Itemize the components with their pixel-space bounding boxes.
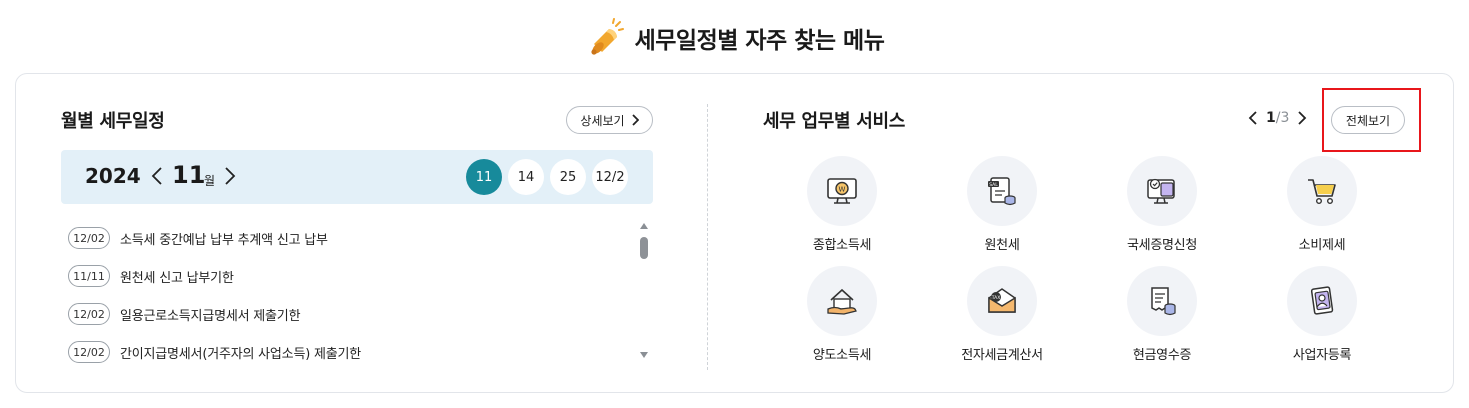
month-number: 11: [172, 161, 206, 189]
schedule-text: 원천세 신고 납부기한: [120, 270, 234, 286]
id-card-person-icon: [1310, 286, 1334, 315]
service-tax-certificate[interactable]: 국세증명신청: [1102, 156, 1222, 253]
service-icon-bg: SAL: [967, 156, 1037, 226]
date-chip[interactable]: 25: [550, 159, 586, 195]
date-chip[interactable]: 14: [508, 159, 544, 195]
service-withholding-tax[interactable]: SAL 원천세: [942, 156, 1062, 253]
scroll-up-arrow-icon[interactable]: [640, 223, 648, 229]
svg-text:W: W: [839, 186, 846, 194]
service-icon-bg: [1287, 266, 1357, 336]
monthly-schedule-title: 월별 세무일정: [61, 111, 165, 132]
house-hand-icon: [827, 288, 857, 315]
chevron-right-icon: [631, 114, 639, 126]
detail-view-label: 상세보기: [580, 113, 625, 128]
service-label: 원천세: [984, 238, 1020, 253]
schedule-item[interactable]: 12/02 일용근로소득지급명세서 제출기한: [68, 295, 628, 333]
service-comprehensive-income-tax[interactable]: W 종합소득세: [782, 156, 902, 253]
service-cash-receipt[interactable]: 현금영수증: [1102, 266, 1222, 363]
receipt-coins-icon: [1151, 287, 1176, 316]
shopping-cart-icon: [1308, 179, 1336, 205]
schedule-item[interactable]: 12/02 소득세 중간예납 납부 추계액 신고 납부: [68, 219, 628, 257]
service-icon-bg: W: [807, 156, 877, 226]
detail-view-button[interactable]: 상세보기: [566, 106, 653, 134]
svg-text:SAL: SAL: [989, 182, 998, 188]
service-e-tax-invoice[interactable]: TAX 전자세금계산서: [942, 266, 1062, 363]
service-label: 전자세금계산서: [961, 348, 1043, 363]
schedule-menu-card: 월별 세무일정 상세보기 2024 11 월 11 14 25 12/2 12/…: [15, 73, 1454, 393]
service-label: 사업자등록: [1292, 348, 1352, 363]
svg-text:TAX: TAX: [991, 295, 1001, 301]
page-total: 3: [1280, 110, 1290, 126]
service-icon-bg: [1127, 266, 1197, 336]
panel-divider: [707, 104, 708, 370]
service-label: 종합소득세: [812, 238, 872, 253]
service-label: 현금영수증: [1132, 348, 1192, 363]
month-unit: 월: [204, 174, 216, 188]
service-pager: 1/3: [1248, 110, 1307, 126]
schedule-text: 소득세 중간예납 납부 추계액 신고 납부: [120, 232, 328, 248]
date-chip-active[interactable]: 11: [466, 159, 502, 195]
service-consumption-tax[interactable]: 소비제세: [1262, 156, 1382, 253]
prev-page-icon[interactable]: [1248, 111, 1258, 125]
service-business-registration[interactable]: 사업자등록: [1262, 266, 1382, 363]
date-chip-group: 11 14 25 12/2: [466, 159, 628, 195]
schedule-text: 일용근로소득지급명세서 제출기한: [120, 308, 301, 324]
month-selector-bar: 2024 11 월 11 14 25 12/2: [61, 150, 653, 204]
service-icon-bg: TAX: [967, 266, 1037, 336]
monitor-won-icon: W: [827, 178, 857, 204]
service-label: 소비제세: [1298, 238, 1346, 253]
next-month-icon[interactable]: [224, 166, 236, 186]
monitor-certificate-icon: [1147, 178, 1175, 204]
next-page-icon[interactable]: [1297, 111, 1307, 125]
scroll-down-arrow-icon[interactable]: [640, 352, 648, 358]
service-label: 양도소득세: [812, 348, 872, 363]
section-header: 세무일정별 자주 찾는 메뉴: [0, 16, 1469, 60]
schedule-text: 간이지급명세서(거주자의 사업소득) 제출기한: [120, 346, 362, 362]
schedule-list: 12/02 소득세 중간예납 납부 추계액 신고 납부 11/11 원천세 신고…: [68, 219, 628, 371]
schedule-date-badge: 12/02: [68, 341, 110, 363]
service-icon-bg: [1127, 156, 1197, 226]
schedule-item[interactable]: 12/02 간이지급명세서(거주자의 사업소득) 제출기한: [68, 333, 628, 371]
page-title: 세무일정별 자주 찾는 메뉴: [634, 28, 885, 54]
schedule-date-badge: 11/11: [68, 265, 110, 287]
sal-document-coins-icon: SAL: [988, 177, 1016, 206]
service-label: 국세증명신청: [1127, 238, 1197, 253]
tax-envelope-icon: TAX: [988, 288, 1016, 313]
service-icon-bg: [807, 266, 877, 336]
highlight-box: [1322, 88, 1421, 152]
scroll-thumb[interactable]: [640, 237, 648, 259]
service-icon-bg: [1287, 156, 1357, 226]
schedule-date-badge: 12/02: [68, 227, 110, 249]
schedule-scrollbar[interactable]: [637, 219, 651, 364]
service-capital-gains-tax[interactable]: 양도소득세: [782, 266, 902, 363]
prev-month-icon[interactable]: [151, 166, 163, 186]
page-current: 1: [1266, 110, 1276, 126]
date-chip[interactable]: 12/2: [592, 159, 628, 195]
service-panel-title: 세무 업무별 서비스: [763, 111, 906, 132]
bell-icon: [590, 18, 624, 55]
year-label: 2024: [85, 164, 141, 188]
schedule-item[interactable]: 11/11 원천세 신고 납부기한: [68, 257, 628, 295]
schedule-date-badge: 12/02: [68, 303, 110, 325]
